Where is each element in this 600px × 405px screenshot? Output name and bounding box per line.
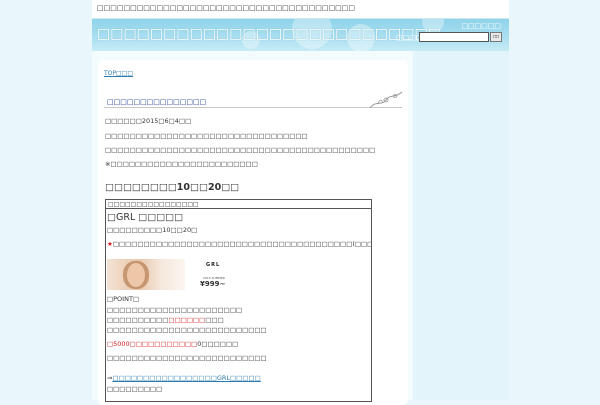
site-title[interactable]: □□□□□□□□□□□□□□□□□□□□□□□□□□: [97, 26, 441, 42]
right-sidebar: [413, 51, 509, 400]
highlight-text: □□□□□□□□□□□□□□□□□□□□□□□□□□□□□□□□□□□□□□□(…: [112, 240, 371, 248]
point-text: □□□□□□□□□□: [107, 316, 169, 324]
sitemap-link[interactable]: □□□□□□: [461, 22, 501, 30]
shop-link[interactable]: □□□□□□□□□□□□□□□□□GRL□□□□□: [112, 374, 260, 382]
floral-ornament-icon: [369, 91, 403, 109]
article-paragraph: □□□□□□□□□□□□□□□□□□□□□□□□□□□□□□□□□: [105, 132, 308, 140]
article-note: ※□□□□□□□□□□□□□□□□□□□□□□□□: [105, 160, 258, 168]
grl-logo: GRL: [206, 262, 221, 268]
breadcrumb[interactable]: TOP□□□: [104, 70, 133, 77]
article-title: □□□□□□□□□□□□□□□: [107, 98, 207, 106]
site-tagline: □□□□□□□□□□□□□□□□□□□□□□□□□□□□□□□□□□□□□□□: [97, 4, 355, 12]
coupon-box: □□□□□□□□□□□□□□□□ □GRL □□□□□ □□□□□□□□□10□…: [105, 199, 372, 402]
ad-price: ¥999~: [200, 280, 226, 288]
brand-title: □GRL □□□□□: [107, 212, 184, 223]
coupon-date: □□□□□□□□□10□□20□: [107, 226, 198, 234]
model-photo-banner[interactable]: [107, 259, 185, 290]
point-highlight: □□□□□□: [168, 316, 206, 324]
article-date: □□□□□□2015□6□4□□: [105, 117, 192, 125]
search-button[interactable]: □□: [490, 32, 502, 42]
highlight-line: ★□□□□□□□□□□□□□□□□□□□□□□□□□□□□□□□□□□□□□□□…: [107, 240, 371, 248]
model-face: [127, 263, 145, 287]
point-line: □□□□□□□□□□□□□□□□□□□□□□□□□□: [107, 354, 267, 362]
point-text: □□□: [205, 316, 224, 324]
title-divider: [104, 107, 402, 108]
point-highlight: □5000□□□□□□□□□□□: [107, 340, 198, 348]
point-line: □□□□□□□□□□□□□□□□□□□: [107, 316, 224, 324]
point-text: 0□□□□□□: [197, 340, 239, 348]
closing-line: □□□□□□□□□: [107, 385, 163, 393]
top-bar: □□□□□□□□□□□□□□□□□□□□□□□□□□□□□□□□□□□□□□□: [92, 0, 509, 19]
point-label: □POINT□: [107, 295, 140, 303]
point-line: □5000□□□□□□□□□□□0□□□□□□: [107, 340, 238, 348]
article-paragraph: □□□□□□□□□□□□□□□□□□□□□□□□□□□□□□□□□□□□□□□□…: [105, 146, 376, 154]
point-line: □□□□□□□□□□□□□□□□□□□□□□□□□□: [107, 326, 267, 334]
section-heading: □□□□□□□□10□□20□□: [105, 182, 240, 193]
shop-link-line: ⇒□□□□□□□□□□□□□□□□□GRL□□□□□: [107, 374, 261, 382]
point-line: □□□□□□□□□□□□□□□□□□□□□□: [107, 306, 243, 314]
box-header: □□□□□□□□□□□□□□□□: [106, 200, 371, 209]
site-header: □□□□□□□□□□□□□□□□□□□□□□□□□□ □□□□□□ □□□□□□…: [92, 19, 509, 51]
search-input[interactable]: [419, 32, 489, 42]
